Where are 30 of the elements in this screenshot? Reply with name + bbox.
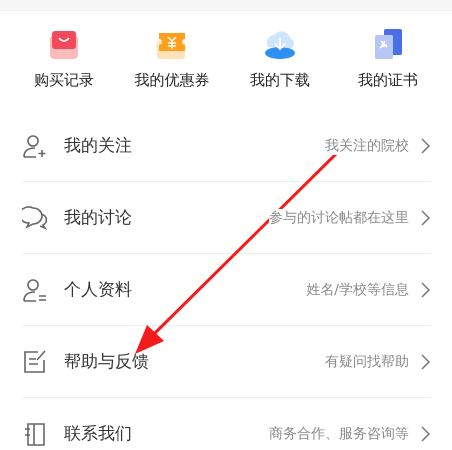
menu-title: 联系我们	[64, 423, 132, 445]
user-icon	[22, 276, 48, 302]
chevron-right-icon	[421, 426, 430, 442]
menu-item[interactable]: 我的讨论 参与的讨论帖都在这里	[22, 182, 430, 254]
chevron-right-icon	[421, 282, 430, 298]
menu-title: 帮助与反馈	[64, 351, 149, 373]
add-user-icon	[22, 132, 48, 158]
chat-bubbles-icon	[22, 204, 48, 230]
phone-book-icon	[22, 420, 48, 446]
chevron-right-icon	[421, 210, 430, 226]
menu-item[interactable]: 个人资料 姓名/学校等信息	[22, 254, 430, 326]
shortcut-button[interactable]: 我的证书	[334, 25, 442, 97]
menu-item[interactable]: 联系我们 商务合作、服务咨询等	[22, 398, 430, 450]
menu-hint: 我关注的院校	[325, 136, 409, 154]
shopping-bag-icon	[48, 29, 80, 61]
certificate-icon	[372, 27, 404, 61]
menu-hint: 姓名/学校等信息	[306, 280, 409, 298]
menu-hint: 商务合作、服务咨询等	[269, 424, 409, 442]
menu-title: 我的关注	[64, 135, 132, 157]
menu-hint: 参与的讨论帖都在这里	[269, 208, 409, 226]
menu-title: 个人资料	[64, 279, 132, 301]
menu-hint: 有疑问找帮助	[325, 352, 409, 370]
menu-item[interactable]: 我的关注 我关注的院校	[22, 110, 430, 182]
shortcut-button[interactable]: 我的下载	[226, 25, 334, 97]
edit-note-icon	[22, 348, 48, 374]
chevron-right-icon	[421, 138, 430, 154]
menu-title: 我的讨论	[64, 207, 132, 229]
shortcut-button[interactable]: 我的优惠券	[118, 25, 226, 97]
chevron-right-icon	[421, 354, 430, 370]
shortcut-button[interactable]: 购买记录	[10, 25, 118, 97]
